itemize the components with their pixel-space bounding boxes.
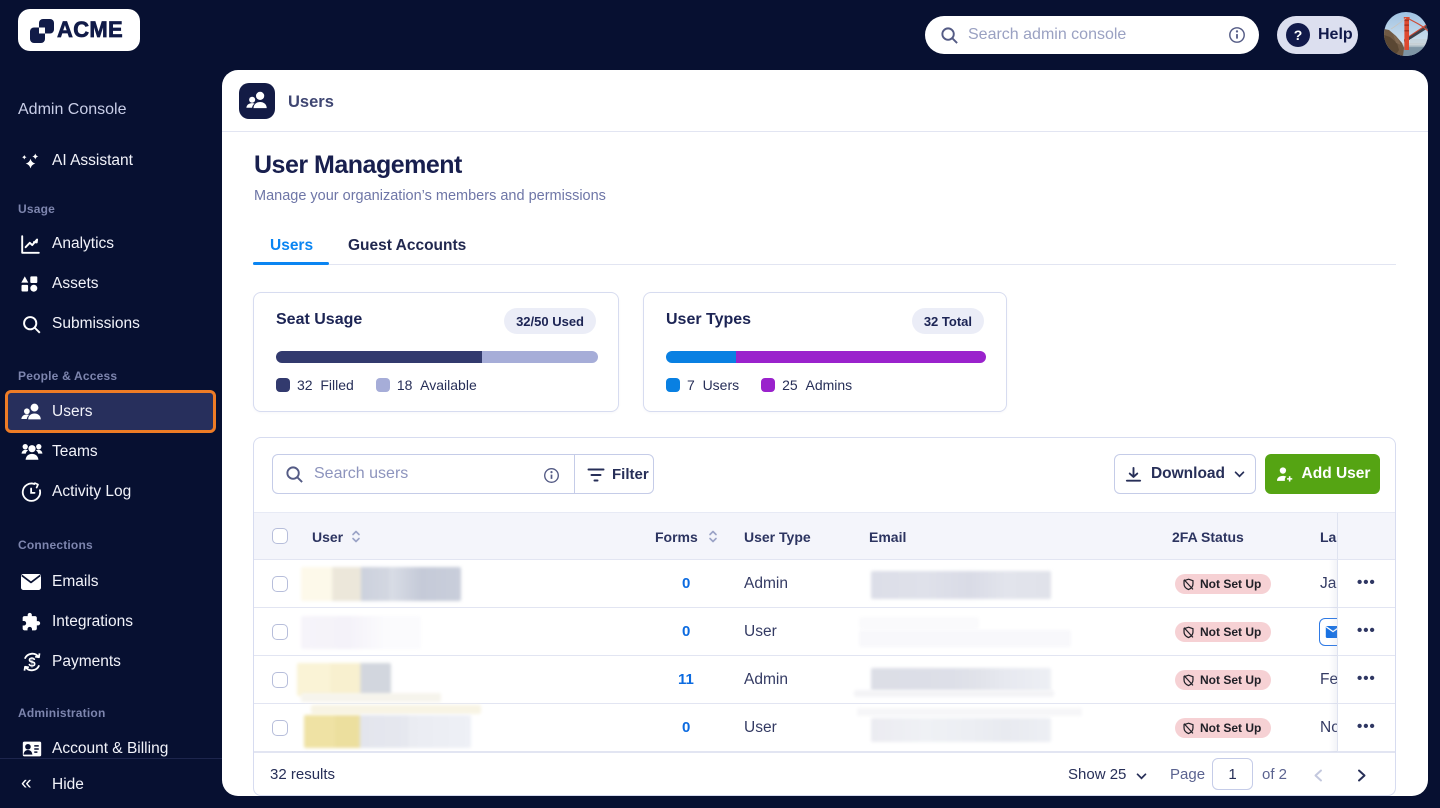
svg-text:$: $ [28, 655, 36, 670]
